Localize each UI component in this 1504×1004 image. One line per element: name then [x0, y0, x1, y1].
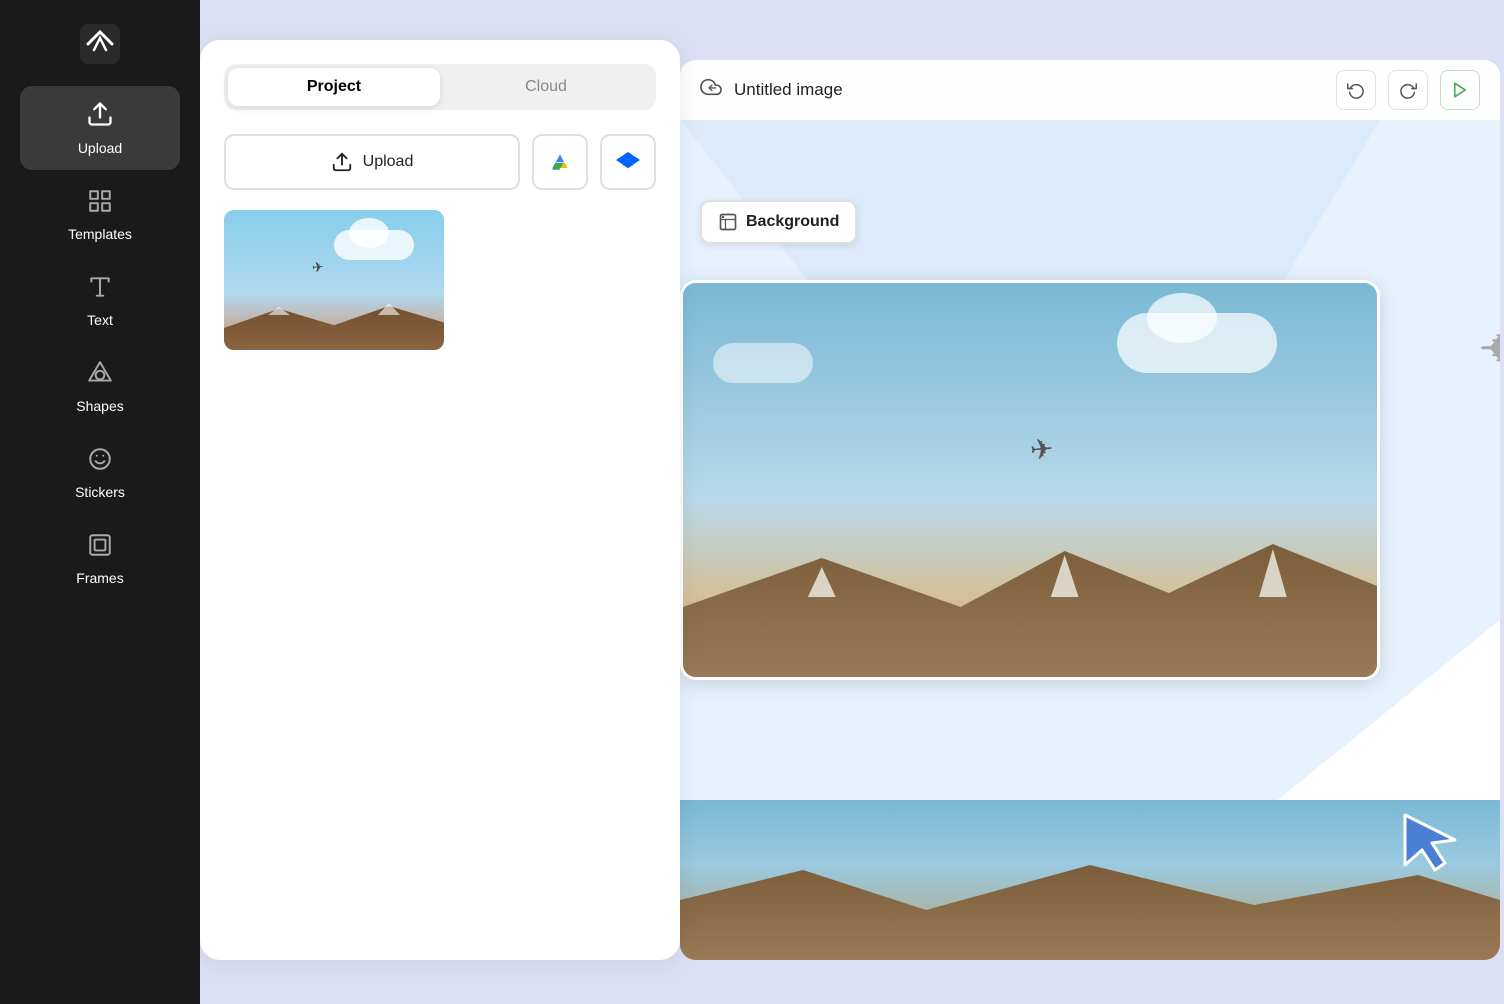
- thumbnail-sky-bg: ✈: [224, 210, 444, 350]
- text-icon: [87, 274, 113, 306]
- second-airplane: ✈: [1478, 320, 1500, 378]
- frames-icon: [87, 532, 113, 564]
- header-cloud-icon: [700, 76, 722, 104]
- thumbnail-mountains: [224, 295, 444, 350]
- upload-button[interactable]: Upload: [224, 134, 520, 190]
- media-thumbnail[interactable]: ✈: [224, 210, 444, 350]
- background-tag-label: Background: [746, 213, 839, 231]
- upload-icon: [86, 100, 114, 134]
- cursor-icon: [1400, 810, 1460, 875]
- media-thumbnail-container: ✈: [224, 210, 444, 350]
- header-bar: Untitled image: [680, 60, 1500, 120]
- redo-icon: [1399, 81, 1417, 99]
- main-airplane: ✈: [1029, 432, 1055, 467]
- tab-project[interactable]: Project: [228, 68, 440, 106]
- export-button[interactable]: [1440, 70, 1480, 110]
- sidebar-item-text[interactable]: Text: [20, 260, 180, 342]
- sidebar-item-upload[interactable]: Upload: [20, 86, 180, 170]
- tab-cloud[interactable]: Cloud: [440, 68, 652, 106]
- left-panel: Project Cloud Upload: [200, 40, 680, 960]
- thumbnail-cloud: [334, 230, 414, 260]
- sidebar-item-templates[interactable]: Templates: [20, 174, 180, 256]
- google-drive-button[interactable]: [532, 134, 588, 190]
- undo-icon: [1347, 81, 1365, 99]
- text-label: Text: [87, 312, 113, 328]
- sidebar-item-frames[interactable]: Frames: [20, 518, 180, 600]
- thumbnail-airplane: ✈: [311, 259, 324, 277]
- tabs-container: Project Cloud: [224, 64, 656, 110]
- templates-icon: [87, 188, 113, 220]
- dropbox-button[interactable]: [600, 134, 656, 190]
- stickers-label: Stickers: [75, 484, 125, 500]
- background-tag-button[interactable]: Background: [700, 200, 857, 244]
- upload-label: Upload: [78, 140, 122, 156]
- sidebar-item-stickers[interactable]: Stickers: [20, 432, 180, 514]
- redo-button[interactable]: [1388, 70, 1428, 110]
- sidebar-item-shapes[interactable]: Shapes: [20, 346, 180, 428]
- bottom-canvas-strip: [680, 800, 1500, 960]
- upload-btn-icon: [331, 151, 353, 173]
- thumbnail-snow: [224, 295, 444, 315]
- sidebar: Upload Templates Text: [0, 0, 200, 1004]
- app-logo: [76, 20, 124, 68]
- undo-button[interactable]: [1336, 70, 1376, 110]
- shapes-label: Shapes: [76, 398, 123, 414]
- canvas-background: Background ✈ ✈: [680, 120, 1500, 960]
- export-icon: [1451, 81, 1469, 99]
- google-drive-icon: [548, 150, 572, 174]
- upload-row: Upload: [224, 134, 656, 190]
- frames-label: Frames: [76, 570, 123, 586]
- cursor-arrow: [1400, 810, 1460, 880]
- stickers-icon: [87, 446, 113, 478]
- main-cloud-1: [1117, 313, 1277, 373]
- templates-label: Templates: [68, 226, 132, 242]
- canvas-area: Untitled image: [680, 60, 1500, 960]
- background-tag-icon: [718, 212, 738, 232]
- dropbox-icon: [616, 150, 640, 174]
- main-canvas-image[interactable]: ✈: [680, 280, 1380, 680]
- main-sky-bg: ✈: [683, 283, 1377, 677]
- canvas-title: Untitled image: [734, 80, 1324, 100]
- main-cloud-2: [713, 343, 813, 383]
- shapes-icon: [87, 360, 113, 392]
- upload-btn-label: Upload: [363, 153, 414, 171]
